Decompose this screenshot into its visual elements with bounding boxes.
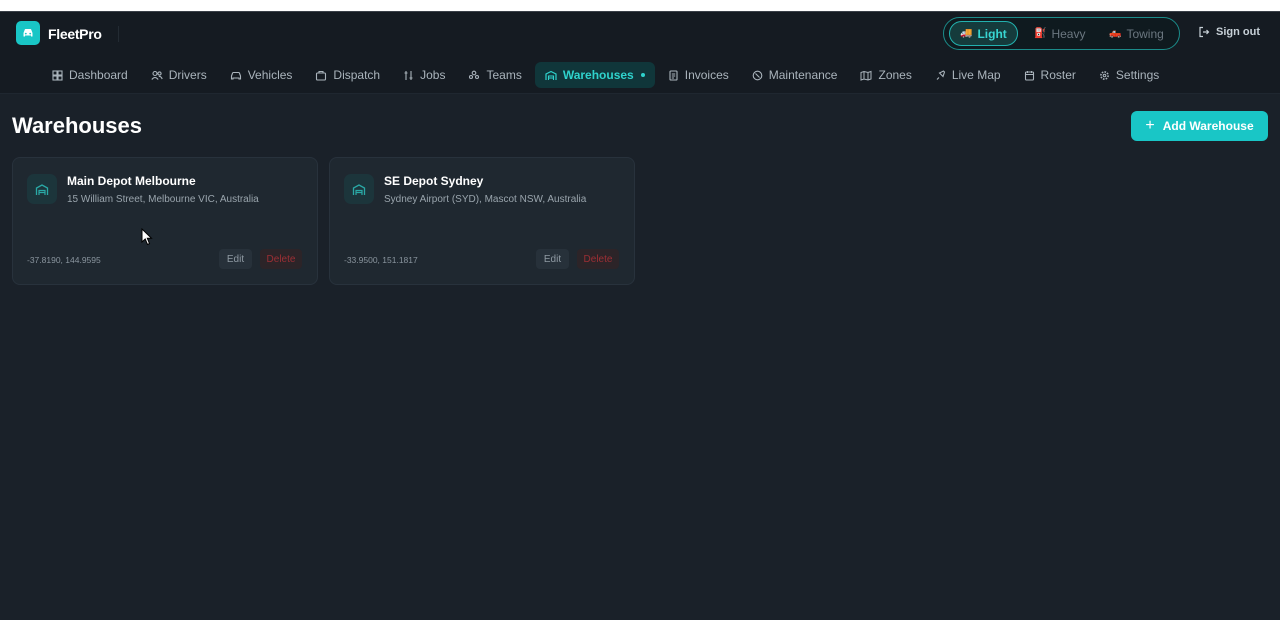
delete-button[interactable]: Delete bbox=[260, 249, 302, 269]
warehouse-address: Sydney Airport (SYD), Mascot NSW, Austra… bbox=[384, 194, 587, 205]
nav-invoices-label: Invoices bbox=[684, 68, 729, 82]
app-header: FleetPro 🚚 Light ⛽ Heavy 🛻 Towing Sign o… bbox=[0, 12, 1280, 94]
add-warehouse-label: Add Warehouse bbox=[1162, 119, 1254, 133]
edit-button[interactable]: Edit bbox=[536, 249, 569, 269]
car-icon bbox=[230, 71, 241, 80]
warehouse-card-icon bbox=[27, 174, 57, 204]
nav-roster[interactable]: Roster bbox=[1014, 62, 1086, 88]
nav-live-map[interactable]: Live Map bbox=[925, 62, 1011, 88]
users-icon bbox=[151, 70, 163, 80]
warehouse-card-icon bbox=[344, 174, 374, 204]
main-nav: Dashboard Drivers Vehicles Dispatch Jobs… bbox=[42, 62, 1172, 88]
nav-live-map-label: Live Map bbox=[951, 68, 1001, 82]
warehouse-icon bbox=[35, 183, 49, 195]
nav-jobs[interactable]: Jobs bbox=[393, 62, 455, 88]
dispatch-icon bbox=[316, 70, 327, 81]
nav-settings[interactable]: Settings bbox=[1089, 62, 1169, 88]
dashboard-icon bbox=[52, 69, 63, 81]
edit-button[interactable]: Edit bbox=[219, 249, 252, 269]
type-light-button[interactable]: 🚚 Light bbox=[949, 21, 1018, 46]
nav-zones-label: Zones bbox=[878, 68, 912, 82]
sign-out-button[interactable]: Sign out bbox=[1198, 26, 1260, 38]
warehouse-coordinates: -37.8190, 144.9595 bbox=[27, 255, 101, 265]
car-logo-icon bbox=[23, 29, 33, 37]
warehouse-name: SE Depot Sydney bbox=[384, 174, 484, 188]
maintenance-icon bbox=[752, 70, 763, 80]
nav-warehouses-label: Warehouses bbox=[562, 68, 634, 82]
warehouse-icon bbox=[352, 183, 366, 195]
warehouse-icon bbox=[545, 70, 557, 80]
nav-drivers[interactable]: Drivers bbox=[141, 62, 217, 88]
warehouse-card[interactable]: SE Depot Sydney Sydney Airport (SYD), Ma… bbox=[329, 157, 635, 285]
truck-icon: 🚚 bbox=[960, 28, 973, 39]
tow-truck-icon: 🛻 bbox=[1109, 28, 1122, 39]
map-icon bbox=[860, 70, 872, 81]
mouse-cursor-icon bbox=[141, 228, 153, 246]
jobs-icon bbox=[404, 70, 413, 80]
nav-dispatch[interactable]: Dispatch bbox=[305, 62, 390, 88]
calendar-icon bbox=[1024, 70, 1034, 81]
vehicle-type-toggle: 🚚 Light ⛽ Heavy 🛻 Towing bbox=[943, 17, 1180, 50]
type-heavy-button[interactable]: ⛽ Heavy bbox=[1024, 21, 1095, 46]
browser-top-strip bbox=[0, 0, 1280, 12]
warehouse-card[interactable]: Main Depot Melbourne 15 William Street, … bbox=[12, 157, 318, 285]
nav-vehicles-label: Vehicles bbox=[247, 68, 293, 82]
plus-icon: + bbox=[1145, 117, 1155, 134]
nav-warehouses[interactable]: Warehouses bbox=[534, 62, 655, 88]
nav-roster-label: Roster bbox=[1040, 68, 1076, 82]
nav-dispatch-label: Dispatch bbox=[333, 68, 381, 82]
type-towing-label: Towing bbox=[1126, 26, 1164, 41]
warehouse-name: Main Depot Melbourne bbox=[67, 174, 196, 188]
page-title: Warehouses bbox=[12, 113, 143, 138]
pin-icon bbox=[936, 69, 945, 80]
nav-dashboard-label: Dashboard bbox=[69, 68, 128, 82]
app-name: FleetPro bbox=[48, 26, 102, 42]
nav-vehicles[interactable]: Vehicles bbox=[220, 62, 303, 88]
fuel-pump-icon: ⛽ bbox=[1034, 28, 1047, 39]
sign-out-label: Sign out bbox=[1216, 26, 1260, 38]
warehouse-coordinates: -33.9500, 151.1817 bbox=[344, 255, 418, 265]
nav-maintenance-label: Maintenance bbox=[768, 68, 838, 82]
nav-drivers-label: Drivers bbox=[168, 68, 207, 82]
nav-zones[interactable]: Zones bbox=[850, 62, 921, 88]
add-warehouse-button[interactable]: + Add Warehouse bbox=[1131, 111, 1268, 141]
active-indicator-dot bbox=[640, 73, 645, 77]
type-light-label: Light bbox=[977, 26, 1007, 41]
brand-divider bbox=[118, 26, 119, 42]
teams-icon bbox=[469, 70, 480, 79]
nav-teams-label: Teams bbox=[486, 68, 522, 82]
nav-teams[interactable]: Teams bbox=[458, 62, 531, 88]
nav-dashboard[interactable]: Dashboard bbox=[42, 62, 138, 88]
delete-button[interactable]: Delete bbox=[577, 249, 619, 269]
nav-jobs-label: Jobs bbox=[420, 68, 446, 82]
nav-maintenance[interactable]: Maintenance bbox=[742, 62, 848, 88]
type-towing-button[interactable]: 🛻 Towing bbox=[1099, 21, 1174, 46]
warehouse-address: 15 William Street, Melbourne VIC, Austra… bbox=[67, 194, 259, 205]
logo[interactable] bbox=[16, 21, 40, 45]
gear-icon bbox=[1099, 70, 1109, 80]
nav-invoices[interactable]: Invoices bbox=[658, 62, 739, 88]
nav-settings-label: Settings bbox=[1115, 68, 1160, 82]
invoice-icon bbox=[669, 69, 678, 81]
sign-out-icon bbox=[1199, 26, 1210, 38]
type-heavy-label: Heavy bbox=[1051, 26, 1086, 41]
